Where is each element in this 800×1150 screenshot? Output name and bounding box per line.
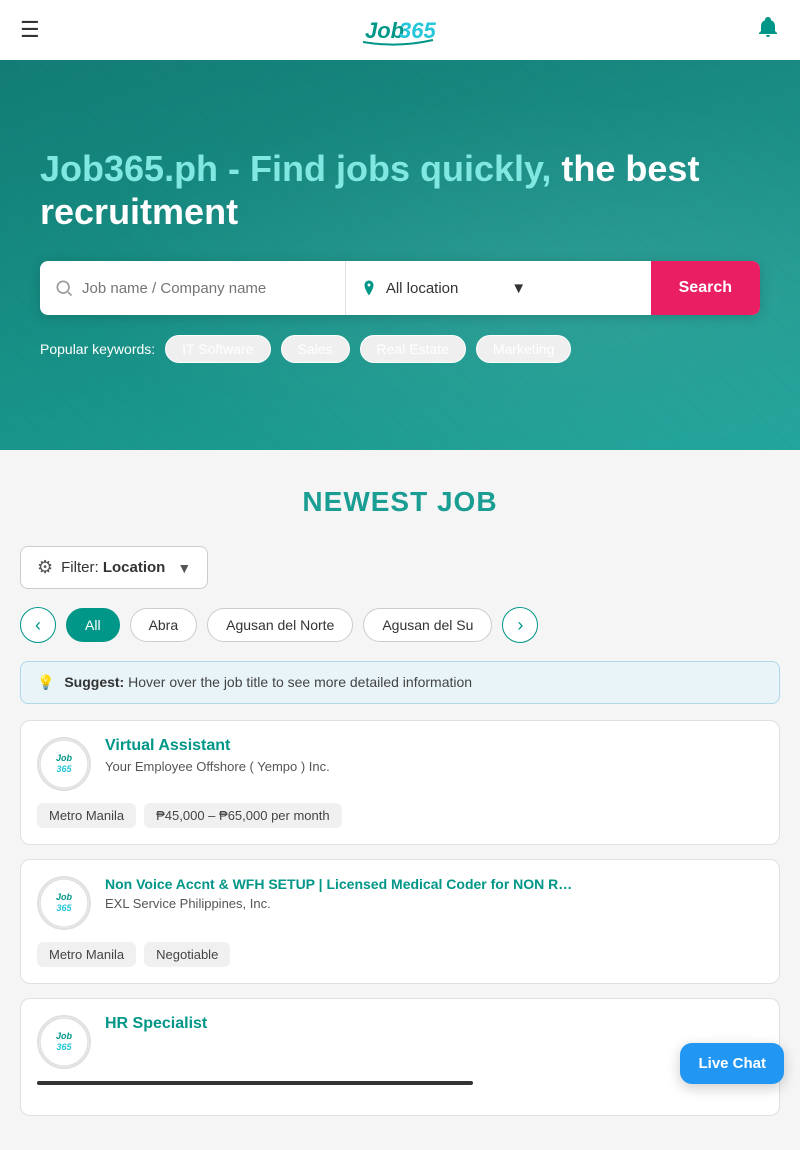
job-card-3-header: Job 365 HR Specialist [37,1015,763,1069]
filter-dropdown[interactable]: ⚙ Filter: Location ▼ [20,546,208,589]
search-icon [54,278,74,298]
job-card-1-header: Job 365 Virtual Assistant Your Employee … [37,737,763,791]
svg-text:Job: Job [56,892,73,902]
filter-value: Location [103,559,166,576]
svg-text:365: 365 [56,1042,72,1052]
job-card-2-header: Job 365 Non Voice Accnt & WFH SETUP | Li… [37,876,763,930]
job-tags-2: Metro Manila Negotiable [37,942,763,967]
job-salary-tag-2: Negotiable [144,942,230,967]
bell-icon [756,15,780,39]
job-tags-1: Metro Manila ₱45,000 – ₱65,000 per month [37,803,763,828]
job-location-tag-2: Metro Manila [37,942,136,967]
logo: Job 365 [353,12,443,48]
svg-text:365: 365 [56,903,72,913]
job-logo-svg-3: Job 365 [39,1017,89,1067]
job-logo-svg-1: Job 365 [39,739,89,789]
tab-all[interactable]: All [66,608,120,642]
svg-text:365: 365 [56,764,72,774]
job-card-1[interactable]: Job 365 Virtual Assistant Your Employee … [20,720,780,845]
tab-agusan-del-su[interactable]: Agusan del Su [363,608,492,642]
live-chat-button[interactable]: Live Chat [680,1043,784,1084]
job-title-2: Non Voice Accnt & WFH SETUP | Licensed M… [105,876,763,892]
suggest-text: Hover over the job title to see more det… [128,674,472,690]
job-info-3: HR Specialist [105,1015,763,1037]
job-title-1: Virtual Assistant [105,737,763,755]
job-logo-svg-2: Job 365 [39,878,89,928]
job-company-2: EXL Service Philippines, Inc. [105,896,763,911]
keyword-it-software[interactable]: IT Software [165,335,270,363]
bulb-icon: 💡 [37,674,54,690]
job-title-3: HR Specialist [105,1015,763,1033]
logo-image: Job 365 [353,12,443,48]
svg-text:365: 365 [399,18,436,43]
keyword-sales[interactable]: Sales [281,335,350,363]
tab-next-button[interactable]: › [502,607,538,643]
hamburger-icon: ☰ [20,17,40,42]
location-tabs: ‹ All Abra Agusan del Norte Agusan del S… [20,607,780,643]
search-bar: All location ▼ Search [40,261,760,315]
header: ☰ Job 365 [0,0,800,60]
hero-title: Job365.ph - Find jobs quickly, the best … [40,147,760,233]
job-company-1: Your Employee Offshore ( Yempo ) Inc. [105,759,763,774]
filter-icon: ⚙ [37,557,53,578]
search-button[interactable]: Search [651,261,760,315]
jobs-section: NEWEST JOB ⚙ Filter: Location ▼ ‹ All Ab… [0,450,800,1150]
suggest-label: Suggest: [64,674,124,690]
hero-section: Job365.ph - Find jobs quickly, the best … [0,60,800,450]
suggest-box: 💡 Suggest: Hover over the job title to s… [20,661,780,704]
filter-arrow-icon: ▼ [177,560,191,576]
job-info-2: Non Voice Accnt & WFH SETUP | Licensed M… [105,876,763,911]
menu-button[interactable]: ☰ [20,17,40,43]
filter-label: Filter: Location [61,559,165,576]
job-location-tag-1: Metro Manila [37,803,136,828]
keyword-marketing[interactable]: Marketing [476,335,571,363]
job-logo-2: Job 365 [37,876,91,930]
location-chevron-icon: ▼ [511,280,636,297]
job-info-1: Virtual Assistant Your Employee Offshore… [105,737,763,774]
location-selector[interactable]: All location ▼ [346,279,651,297]
hero-title-highlight: Job365.ph - Find jobs quickly, [40,148,551,189]
job-logo-1: Job 365 [37,737,91,791]
tab-abra[interactable]: Abra [130,608,198,642]
tab-prev-button[interactable]: ‹ [20,607,56,643]
keyword-real-estate[interactable]: Real Estate [360,335,466,363]
job-salary-tag-1: ₱45,000 – ₱65,000 per month [144,803,341,828]
job-search-container[interactable] [40,261,346,315]
svg-text:Job: Job [56,753,73,763]
svg-text:Job: Job [56,1031,73,1041]
section-title: NEWEST JOB [20,486,780,518]
job-card-3[interactable]: Job 365 HR Specialist [20,998,780,1116]
popular-keywords: Popular keywords: IT Software Sales Real… [40,335,760,363]
filter-prefix: Filter: [61,559,99,576]
location-pin-icon [360,279,378,297]
job-search-input[interactable] [82,261,331,315]
popular-label: Popular keywords: [40,341,155,357]
location-value: All location [386,280,511,297]
progress-bar-3 [37,1081,473,1085]
hero-background [0,60,800,450]
job-logo-3: Job 365 [37,1015,91,1069]
tab-agusan-del-norte[interactable]: Agusan del Norte [207,608,353,642]
job-card-2[interactable]: Job 365 Non Voice Accnt & WFH SETUP | Li… [20,859,780,984]
notification-button[interactable] [756,15,780,45]
